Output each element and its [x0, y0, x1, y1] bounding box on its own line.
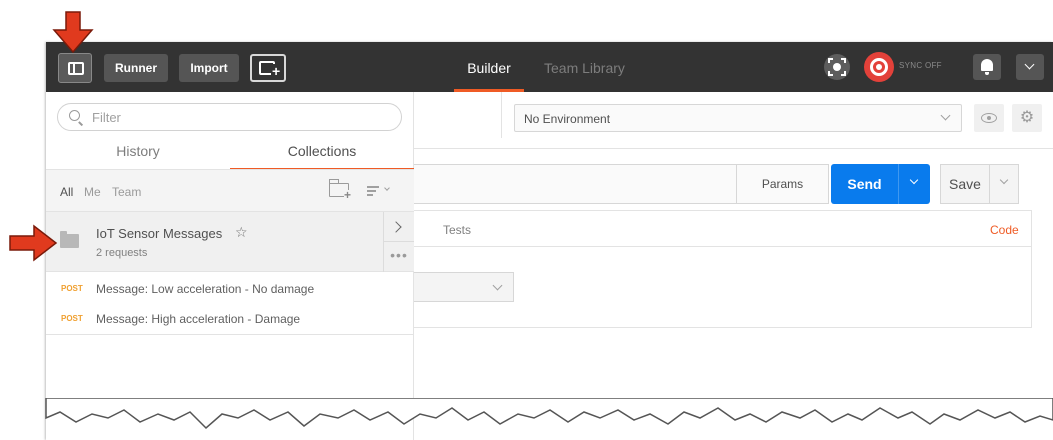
- chevron-down-icon: [384, 185, 390, 191]
- chevron-down-icon: [940, 110, 951, 121]
- sort-bar: [367, 186, 379, 188]
- interceptor-corner: [841, 71, 846, 76]
- chevron-down-icon: [999, 175, 1009, 185]
- request-method: POST: [61, 284, 83, 293]
- interceptor-corner: [828, 58, 833, 63]
- tab-collections[interactable]: Collections: [230, 140, 414, 170]
- request-editor-panel: [414, 210, 1032, 328]
- settings-menu-button[interactable]: [1016, 54, 1044, 80]
- chevron-down-icon: [909, 175, 919, 185]
- collection-name: IoT Sensor Messages: [96, 226, 223, 241]
- tab-team-library[interactable]: Team Library: [544, 42, 625, 92]
- divider: [414, 246, 1032, 247]
- environment-quick-look-button[interactable]: [974, 104, 1004, 132]
- red-arrow-down: [52, 11, 94, 54]
- sort-bar: [367, 194, 373, 196]
- runner-button[interactable]: Runner: [104, 54, 168, 82]
- sort-bar: [367, 190, 376, 192]
- body-type-select[interactable]: [414, 272, 514, 302]
- collection-filters: All Me Team +: [46, 170, 414, 212]
- sidebar: History Collections All Me Team + IoT Se…: [46, 92, 414, 440]
- eye-pupil: [987, 116, 991, 120]
- filter-field[interactable]: [57, 103, 402, 131]
- request-name: Message: Low acceleration - No damage: [96, 282, 315, 296]
- more-options-icon[interactable]: •••: [384, 242, 414, 272]
- save-options-button[interactable]: [989, 164, 1019, 204]
- request-item[interactable]: POST Message: High acceleration - Damage: [46, 304, 414, 334]
- top-toolbar: Runner Import + Builder Team Library SYN…: [46, 42, 1053, 92]
- send-options-button[interactable]: [898, 164, 930, 204]
- save-button[interactable]: Save: [940, 164, 990, 204]
- postman-window: Runner Import + Builder Team Library SYN…: [46, 42, 1053, 440]
- request-method: POST: [61, 314, 83, 323]
- gear-icon[interactable]: ⚙: [1012, 104, 1042, 132]
- chevron-right-icon: [390, 221, 402, 233]
- chevron-down-icon: [492, 280, 503, 291]
- search-icon: [69, 110, 80, 121]
- plus-icon: +: [344, 188, 352, 202]
- sync-status-label: SYNC OFF: [899, 61, 942, 70]
- tab-history[interactable]: History: [46, 140, 230, 170]
- params-button[interactable]: Params: [736, 164, 829, 204]
- divider: [501, 92, 502, 138]
- bell-clapper: [985, 72, 989, 75]
- interceptor-icon[interactable]: [824, 54, 850, 80]
- sidebar-icon: [68, 62, 84, 75]
- chevron-down-icon: [1024, 59, 1035, 70]
- tab-tests[interactable]: Tests: [443, 223, 471, 237]
- request-name: Message: High acceleration - Damage: [96, 312, 301, 326]
- collection-item[interactable]: IoT Sensor Messages ☆ 2 requests •••: [46, 212, 414, 272]
- expand-collection-button[interactable]: [384, 212, 414, 242]
- send-button[interactable]: Send: [831, 164, 898, 204]
- notifications-button[interactable]: [973, 54, 1001, 80]
- interceptor-corner: [828, 71, 833, 76]
- sidebar-toggle-button[interactable]: [58, 53, 92, 83]
- plus-icon: +: [271, 63, 282, 79]
- divider: [46, 334, 414, 335]
- bell-icon: [981, 59, 993, 71]
- filter-all[interactable]: All: [60, 185, 73, 199]
- divider: [414, 148, 1053, 149]
- filter-team[interactable]: Team: [112, 185, 141, 199]
- collection-request-count: 2 requests: [96, 247, 148, 259]
- import-button[interactable]: Import: [179, 54, 239, 82]
- interceptor-corner: [841, 58, 846, 63]
- sync-core: [876, 64, 882, 70]
- generate-code-link[interactable]: Code: [990, 223, 1019, 237]
- tab-builder[interactable]: Builder: [454, 42, 524, 92]
- environment-select[interactable]: No Environment: [514, 104, 962, 132]
- filter-me[interactable]: Me: [84, 185, 101, 199]
- interceptor-dot: [833, 63, 841, 71]
- filter-input[interactable]: [92, 108, 372, 126]
- torn-edge: [45, 398, 1053, 430]
- collection-actions: •••: [383, 212, 414, 272]
- sync-icon[interactable]: [864, 52, 894, 82]
- new-tab-button[interactable]: +: [250, 54, 286, 82]
- sort-icon[interactable]: [367, 181, 395, 201]
- red-arrow-right: [9, 224, 58, 262]
- star-icon[interactable]: ☆: [235, 224, 248, 241]
- environment-selected: No Environment: [524, 112, 611, 126]
- request-item[interactable]: POST Message: Low acceleration - No dama…: [46, 274, 414, 304]
- folder-icon: [60, 231, 79, 248]
- new-collection-icon[interactable]: +: [329, 179, 352, 202]
